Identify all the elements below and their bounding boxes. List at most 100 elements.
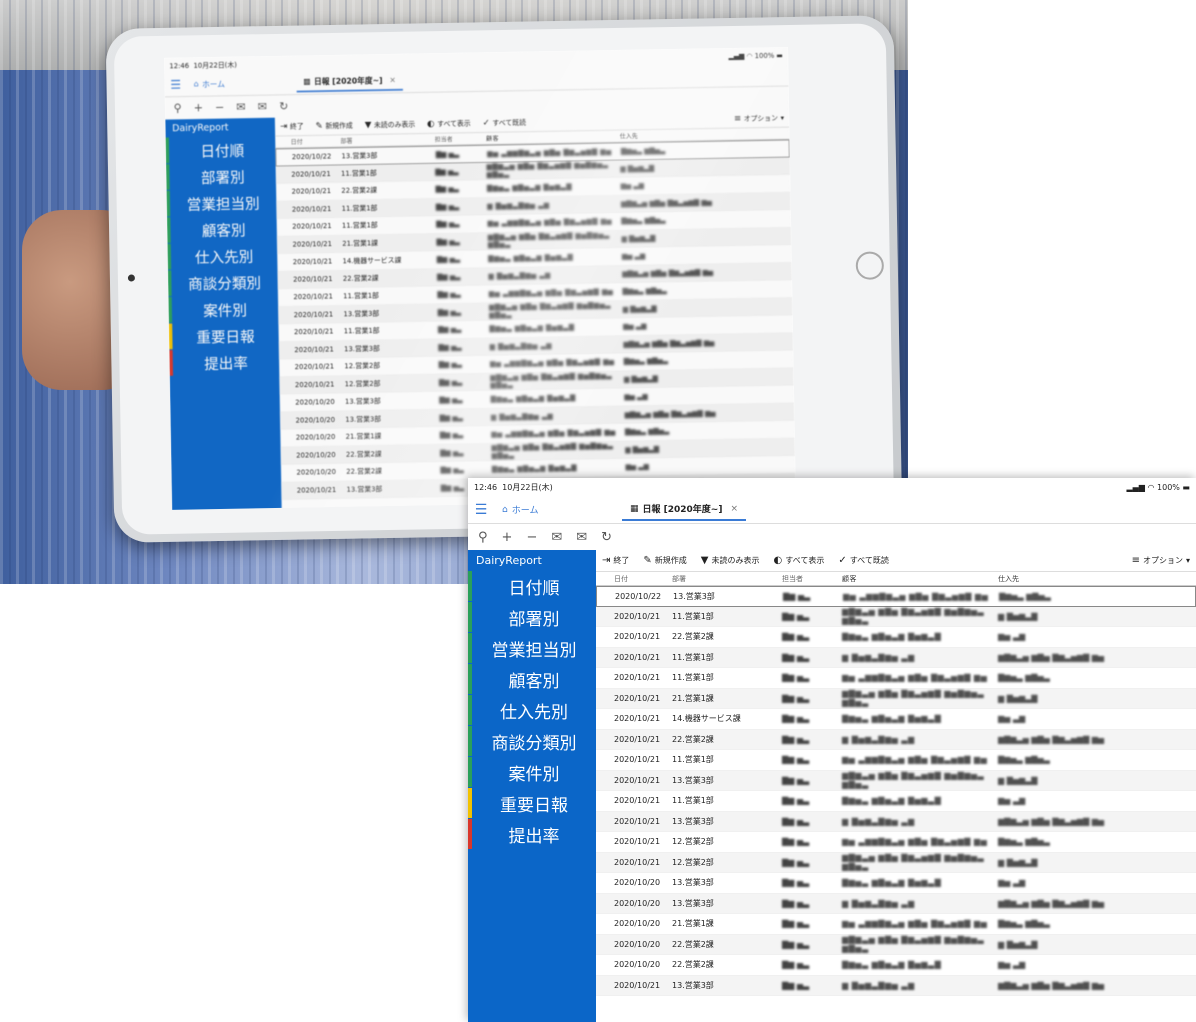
options-button[interactable]: ≡ オプション ▾ [1132, 555, 1190, 566]
row-staff-redacted: ▇▆ ▅▃ [439, 430, 464, 440]
sidebar-item[interactable]: 営業担当別 [468, 633, 596, 663]
table-row[interactable]: 2020/10/20 22.営業2課 ▇▆ ▅▃ ▆▇▆▃▅ ▆▇▅ ▇▆▃▅▆▇ ▆… [596, 934, 1196, 955]
table-row[interactable]: 2020/10/21 11.営業1部 ▇▆ ▅▃ ▆▅ ▃▆▆▇▆▃▅ ▆▇▅ ▇▆▃… [596, 750, 1196, 771]
filter-icon: ▼ [700, 555, 709, 566]
column-header-dept[interactable]: 部署 [672, 574, 782, 584]
row-dept: 13.営業3部 [672, 775, 714, 785]
row-dept: 13.営業3部 [673, 591, 715, 601]
tab-close-icon[interactable]: × [730, 504, 738, 514]
mail-icon[interactable]: ✉ [236, 101, 246, 114]
mark-all-read-button[interactable]: ✓ すべて既読 [838, 555, 889, 566]
options-button[interactable]: ≡ オプション ▾ [734, 113, 785, 124]
mail-icon[interactable]: ✉ [551, 530, 562, 545]
zoom-out-icon[interactable]: − [526, 530, 537, 545]
tab-document[interactable]: ▦ 日報 [2020年度~] × [296, 70, 403, 93]
table-row[interactable]: 2020/10/21 12.営業2部 ▇▆ ▅▃ ▆▅ ▃▆▆▇▆▃▅ ▆▇▅ ▇▆▃… [596, 832, 1196, 853]
row-date: 2020/10/21 [292, 257, 333, 266]
sidebar-item[interactable]: 案件別 [168, 295, 279, 323]
sidebar-item[interactable]: 重要日報 [168, 321, 279, 350]
column-header-staff[interactable]: 担当者 [782, 574, 842, 584]
refresh-icon[interactable]: ↻ [279, 100, 289, 113]
table-row[interactable]: 2020/10/22 13.営業3部 ▇▆ ▅▃ ▆▅ ▃▆▆▇▆▃▅ ▆▇▅ ▇▆▃… [596, 586, 1196, 607]
tab-home[interactable]: ⌂ ホーム [494, 503, 622, 517]
hamburger-menu-icon[interactable]: ☰ [468, 502, 494, 518]
zoom-in-icon[interactable]: + [502, 530, 513, 545]
row-supplier-redacted: ▆▅ ▃▆ [622, 322, 647, 331]
table-row[interactable]: 2020/10/21 11.営業1部 ▇▆ ▅▃ ▇▆▅▃ ▆▇▅▃▆ ▇▅▆▃▇ ▆▅… [596, 791, 1196, 812]
column-header-staff[interactable]: 担当者 [435, 134, 487, 143]
chevron-down-icon: ▾ [780, 113, 785, 122]
sidebar-item[interactable]: 日付順 [468, 571, 596, 601]
refresh-icon[interactable]: ↻ [601, 530, 612, 545]
tab-document[interactable]: ▦ 日報 [2020年度~] × [622, 498, 747, 521]
row-date: 2020/10/21 [294, 380, 335, 389]
show-all-icon: ◐ [773, 555, 783, 566]
table-row[interactable]: 2020/10/21 13.営業3部 ▇▆ ▅▃ ▆ ▇▅▆▃▇▆▅ ▃▆ ▆▇▆▃▅ … [596, 975, 1196, 996]
sidebar-item[interactable]: 商談分類別 [468, 726, 596, 756]
exit-button[interactable]: ⇥ 終了 [280, 121, 304, 132]
sidebar-item[interactable]: 仕入先別 [468, 695, 596, 725]
table-row[interactable]: 2020/10/21 22.営業2課 ▇▆ ▅▃ ▇▆▅▃ ▆▇▅▃▆ ▇▅▆▃▇ ▆▅… [596, 627, 1196, 648]
new-button[interactable]: ✎ 新規作成 [643, 555, 686, 566]
table-row[interactable]: 2020/10/21 13.営業3部 ▇▆ ▅▃ ▆▇▆▃▅ ▆▇▅ ▇▆▃▅▆▇ ▆… [596, 770, 1196, 791]
table-row[interactable]: 2020/10/21 12.営業2部 ▇▆ ▅▃ ▆▇▆▃▅ ▆▇▅ ▇▆▃▅▆▇ ▆… [596, 852, 1196, 873]
row-supplier-redacted: ▆ ▇▅▆▃▇ [998, 857, 1038, 867]
sidebar-item[interactable]: 部署別 [468, 602, 596, 632]
row-customer-redacted: ▆▅ ▃▆▆▇▆▃▅ ▆▇▅ ▇▆▃▅▆▇ ▆▅ [488, 287, 614, 298]
sidebar-item[interactable]: 重要日報 [468, 788, 596, 818]
column-header-supplier[interactable]: 仕入先 [620, 129, 790, 141]
sidebar-item[interactable]: 顧客別 [166, 215, 277, 243]
row-customer-redacted: ▆ ▇▅▆▃▇▆▅ ▃▆ [842, 734, 915, 744]
sidebar-item[interactable]: 案件別 [468, 757, 596, 787]
row-customer-redacted: ▆▅ ▃▆▆▇▆▃▅ ▆▇▅ ▇▆▃▅▆▇ ▆▅ [491, 428, 616, 439]
search-icon[interactable]: ⚲ [173, 102, 181, 115]
hamburger-menu-icon[interactable]: ☰ [164, 78, 187, 92]
row-supplier-redacted: ▆▅ ▃▆ [998, 632, 1026, 642]
table-row[interactable]: 2020/10/21 11.営業1部 ▇▆ ▅▃ ▆▅ ▃▆▆▇▆▃▅ ▆▇▅ ▇▆▃… [596, 668, 1196, 689]
table-row[interactable]: 2020/10/20 13.営業3部 ▇▆ ▅▃ ▇▆▅▃ ▆▇▅▃▆ ▇▅▆▃▇ ▆▅… [596, 873, 1196, 894]
unread-filter-button[interactable]: ▼ 未読のみ表示 [701, 555, 760, 566]
table-row[interactable]: 2020/10/20 22.営業2課 ▇▆ ▅▃ ▇▆▅▃ ▆▇▅▃▆ ▇▅▆▃▇ ▆▅… [596, 955, 1196, 976]
sidebar-item[interactable]: 日付順 [165, 135, 276, 164]
show-all-button[interactable]: ◐ すべて表示 [427, 119, 471, 129]
show-all-button[interactable]: ◐ すべて表示 [773, 555, 824, 566]
column-header-dept[interactable]: 部署 [340, 135, 434, 145]
sidebar-item[interactable]: 提出率 [468, 819, 596, 849]
sidebar-item[interactable]: 顧客別 [468, 664, 596, 694]
mark-all-read-button[interactable]: ✓ すべて既読 [483, 118, 526, 128]
new-button[interactable]: ✎ 新規作成 [316, 121, 353, 131]
tab-close-icon[interactable]: × [389, 76, 396, 85]
exit-button[interactable]: ⇥ 終了 [602, 555, 629, 566]
row-staff-redacted: ▇▆ ▅▃ [436, 255, 461, 264]
unread-filter-button[interactable]: ▼ 未読のみ表示 [365, 120, 415, 130]
table-row[interactable]: 2020/10/20 13.営業3部 ▇▆ ▅▃ ▆ ▇▅▆▃▇▆▅ ▃▆ ▆▇▆▃▅ … [596, 893, 1196, 914]
search-icon[interactable]: ⚲ [478, 530, 488, 545]
app-title: DairyReport [172, 121, 229, 135]
column-header-date[interactable]: 日付 [287, 137, 340, 146]
mail-open-icon[interactable]: ✉ [576, 530, 587, 545]
row-date: 2020/10/20 [614, 878, 661, 888]
mail-open-icon[interactable]: ✉ [258, 100, 268, 113]
sidebar-item[interactable]: 提出率 [169, 348, 280, 376]
sidebar-item[interactable]: 商談分類別 [167, 268, 278, 297]
row-staff-redacted: ▇▆ ▅▃ [438, 378, 463, 387]
row-supplier-redacted: ▇▆▅▃ ▆▇▅▃ [998, 919, 1050, 929]
table-row[interactable]: 2020/10/21 22.営業2課 ▇▆ ▅▃ ▆ ▇▅▆▃▇▆▅ ▃▆ ▆▇▆▃▅ … [596, 729, 1196, 750]
sidebar-item[interactable]: 仕入先別 [167, 241, 278, 270]
table-row[interactable]: 2020/10/21 11.営業1部 ▇▆ ▅▃ ▆▇▆▃▅ ▆▇▅ ▇▆▃▅▆▇ ▆… [596, 606, 1196, 627]
column-header-customer[interactable]: 顧客 [486, 132, 620, 143]
table-row[interactable]: 2020/10/21 21.営業1課 ▇▆ ▅▃ ▆▇▆▃▅ ▆▇▅ ▇▆▃▅▆▇ ▆… [596, 688, 1196, 709]
column-header-customer[interactable]: 顧客 [842, 574, 998, 584]
sidebar-item[interactable]: 営業担当別 [166, 188, 277, 217]
column-header-supplier[interactable]: 仕入先 [998, 574, 1196, 584]
column-header-date[interactable]: 日付 [610, 574, 672, 584]
table-row[interactable]: 2020/10/21 13.営業3部 ▇▆ ▅▃ ▆ ▇▅▆▃▇▆▅ ▃▆ ▆▇▆▃▅ … [596, 811, 1196, 832]
table-row[interactable]: 2020/10/20 21.営業1課 ▇▆ ▅▃ ▆▅ ▃▆▆▇▆▃▅ ▆▇▅ ▇▆▃… [596, 914, 1196, 935]
table-row[interactable]: 2020/10/21 11.営業1部 ▇▆ ▅▃ ▆ ▇▅▆▃▇▆▅ ▃▆ ▆▇▆▃▅ … [596, 647, 1196, 668]
zoom-out-icon[interactable]: − [215, 101, 225, 114]
sidebar-item[interactable]: 部署別 [165, 162, 277, 190]
zoom-in-icon[interactable]: + [194, 101, 204, 114]
table-row[interactable]: 2020/10/21 14.機器サービス課 ▇▆ ▅▃ ▇▆▅▃ ▆▇▅▃▆ ▇▅▆▃… [596, 709, 1196, 730]
row-supplier-redacted: ▆▅ ▃▆ [998, 796, 1026, 806]
tab-home[interactable]: ⌂ ホーム [187, 77, 297, 90]
